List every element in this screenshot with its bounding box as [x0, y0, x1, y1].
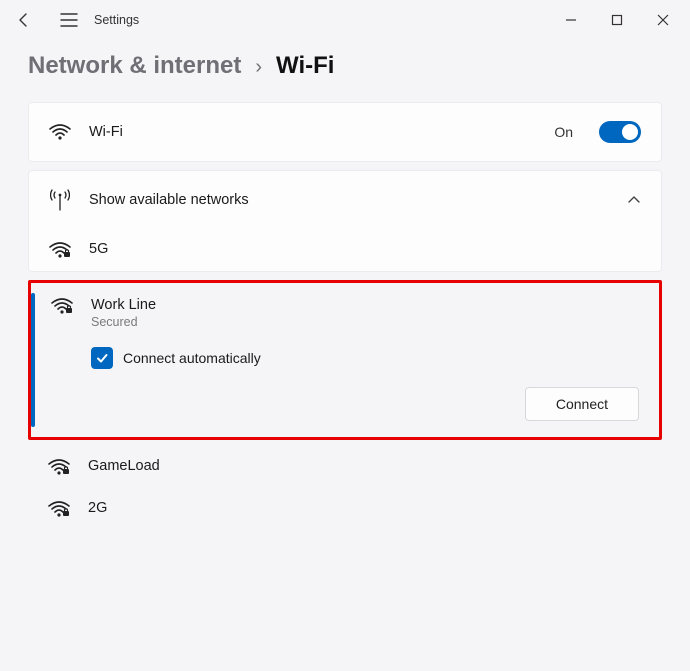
close-icon [657, 14, 669, 26]
wifi-toggle[interactable] [599, 121, 641, 143]
maximize-button[interactable] [594, 0, 640, 40]
network-item[interactable]: 2G [28, 488, 662, 530]
wifi-state-label: On [554, 124, 573, 140]
chevron-up-icon [627, 195, 641, 205]
maximize-icon [611, 14, 623, 26]
titlebar: Settings [0, 0, 690, 40]
checkmark-icon [95, 351, 109, 365]
menu-button[interactable] [58, 0, 80, 40]
network-name: GameLoad [88, 458, 160, 474]
network-name: Work Line [91, 297, 156, 313]
antenna-icon [49, 189, 71, 211]
network-security: Secured [91, 315, 156, 329]
network-item-selected[interactable]: Work Line Secured Connect automatically … [31, 283, 659, 437]
chevron-right-icon: › [255, 56, 262, 79]
network-name: 2G [88, 500, 107, 516]
breadcrumb: Network & internet › Wi-Fi [28, 46, 662, 80]
arrow-left-icon [16, 12, 32, 28]
wifi-toggle-card[interactable]: Wi-Fi On [28, 102, 662, 162]
wifi-label: Wi-Fi [89, 124, 123, 140]
selection-indicator [31, 293, 35, 427]
wifi-secure-icon [51, 297, 73, 315]
available-networks-card: Show available networks 5G [28, 170, 662, 272]
window-controls [548, 0, 686, 40]
network-item[interactable]: GameLoad [28, 446, 662, 488]
page-title: Wi-Fi [276, 52, 334, 80]
wifi-secure-icon [48, 500, 70, 518]
show-available-label: Show available networks [89, 192, 249, 208]
wifi-icon [49, 123, 71, 141]
minimize-icon [565, 14, 577, 26]
connect-auto-label: Connect automatically [123, 350, 261, 366]
app-title: Settings [94, 13, 139, 27]
show-available-row[interactable]: Show available networks [29, 171, 661, 229]
connect-button[interactable]: Connect [525, 387, 639, 421]
network-name: 5G [89, 241, 108, 257]
breadcrumb-parent[interactable]: Network & internet [28, 52, 241, 80]
back-button[interactable] [4, 0, 44, 40]
wifi-secure-icon [48, 458, 70, 476]
minimize-button[interactable] [548, 0, 594, 40]
connect-auto-checkbox[interactable] [91, 347, 113, 369]
close-button[interactable] [640, 0, 686, 40]
hamburger-icon [60, 13, 78, 27]
network-item[interactable]: 5G [29, 229, 661, 271]
selected-network-highlight: Work Line Secured Connect automatically … [28, 280, 662, 440]
wifi-secure-icon [49, 241, 71, 259]
